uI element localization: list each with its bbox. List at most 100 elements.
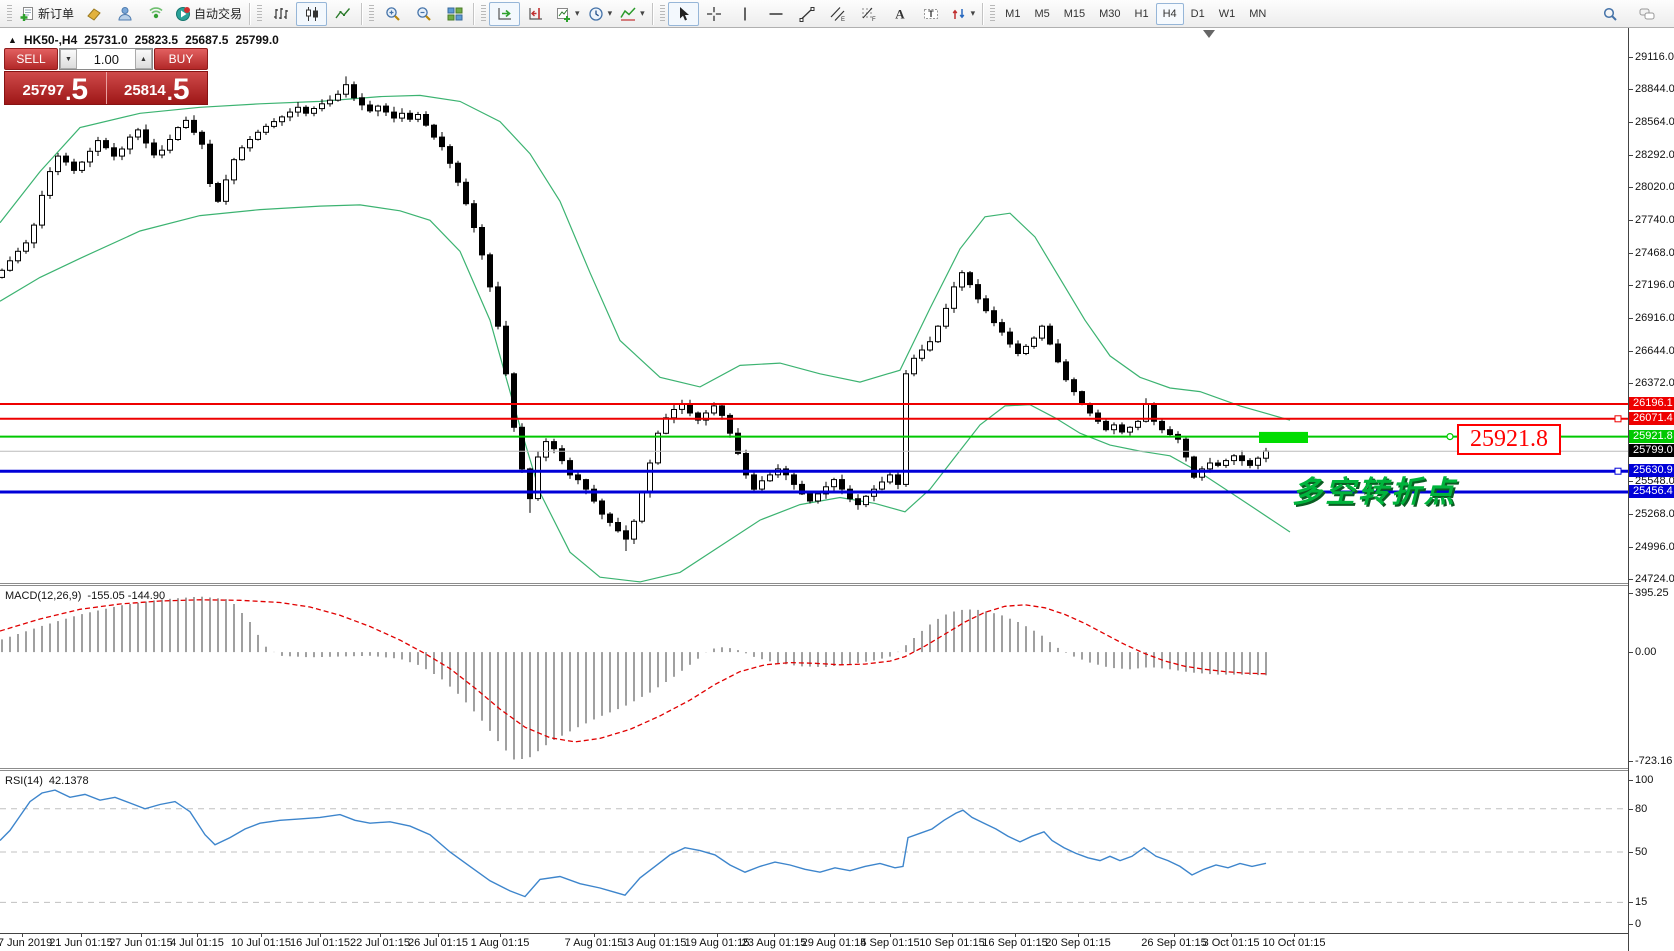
dropdown-caret-icon[interactable]: ▾ bbox=[640, 8, 645, 19]
bearish-candle-body bbox=[448, 147, 453, 164]
bearish-candle-body bbox=[1072, 380, 1077, 392]
candle bbox=[1024, 344, 1029, 355]
toolbar-grip[interactable] bbox=[369, 5, 374, 23]
object-handle-marker[interactable] bbox=[1615, 468, 1621, 474]
chart-shift-marker[interactable] bbox=[1203, 30, 1215, 38]
toolbar-zoom-out-button[interactable] bbox=[408, 2, 439, 26]
rsi-indicator-pane bbox=[0, 771, 1628, 933]
candle bbox=[624, 525, 629, 551]
highlight-zone[interactable] bbox=[1259, 432, 1308, 443]
price-tag-annotation[interactable]: 25921.8 bbox=[1457, 424, 1561, 455]
toolbar-tf-d1[interactable]: D1 bbox=[1184, 3, 1212, 25]
candle bbox=[464, 179, 469, 206]
bearish-candle-body bbox=[72, 162, 77, 170]
macd-label: MACD(12,26,9) -155.05 -144.90 bbox=[5, 590, 165, 602]
toolbar-horizontal-line-button[interactable] bbox=[761, 2, 792, 26]
toolbar-grip[interactable] bbox=[7, 5, 12, 23]
toolbar-auto-scroll-button[interactable] bbox=[489, 2, 520, 26]
toolbar-grip[interactable] bbox=[660, 5, 665, 23]
candle bbox=[528, 468, 533, 513]
toolbar-text-button[interactable]: A bbox=[885, 2, 916, 26]
toolbar-indicators-button[interactable]: ▾ bbox=[616, 2, 649, 26]
volume-decrease-button[interactable]: ▼ bbox=[60, 49, 77, 69]
bearish-candle-body bbox=[1000, 323, 1005, 333]
sell-button[interactable]: SELL bbox=[4, 48, 58, 70]
toolbar-vertical-line-button[interactable] bbox=[730, 2, 761, 26]
dropdown-caret-icon[interactable]: ▾ bbox=[971, 8, 976, 19]
new-order-icon bbox=[19, 6, 35, 22]
bullish-candle-body bbox=[864, 496, 869, 504]
object-handle-marker[interactable] bbox=[1615, 416, 1621, 422]
toolbar-eraser-button[interactable] bbox=[78, 2, 109, 26]
toolbar-bar-chart-button[interactable] bbox=[265, 2, 296, 26]
collapse-panel-icon[interactable]: ▲ bbox=[8, 35, 17, 45]
buy-price-int: 25814 bbox=[124, 83, 166, 98]
bearish-candle-body bbox=[808, 494, 813, 501]
price-axis-label: 28292.0 bbox=[1635, 149, 1674, 161]
candle bbox=[904, 370, 909, 487]
toolbar-trendline-button[interactable] bbox=[792, 2, 823, 26]
candle bbox=[400, 108, 405, 122]
bullish-candle-body bbox=[640, 493, 645, 522]
time-axis-label: 22 Jul 01:15 bbox=[350, 937, 410, 949]
toolbar-fibonacci-button[interactable]: F bbox=[854, 2, 885, 26]
bearish-candle-body bbox=[1192, 457, 1197, 477]
toolbar-tf-mn[interactable]: MN bbox=[1242, 3, 1273, 25]
toolbar-cursor-button[interactable] bbox=[668, 2, 699, 26]
text-annotation[interactable]: 多空转折点 bbox=[1292, 467, 1457, 511]
toolbar-autotrading-button[interactable]: 自动交易 bbox=[171, 2, 246, 26]
bullish-candle-body bbox=[416, 115, 421, 120]
candle bbox=[992, 307, 997, 327]
toolbar-chart-shift-button[interactable] bbox=[520, 2, 551, 26]
buy-button[interactable]: BUY bbox=[154, 48, 208, 70]
ohlc-close: 25799.0 bbox=[235, 33, 278, 47]
toolbar-arrows-button[interactable]: ▾ bbox=[947, 2, 980, 26]
toolbar-line-chart-button[interactable] bbox=[327, 2, 358, 26]
candle bbox=[328, 95, 333, 106]
toolbar-new-order-button[interactable]: 新订单 bbox=[15, 2, 78, 26]
toolbar-new-chart-button[interactable]: ▾ bbox=[551, 2, 584, 26]
time-axis-label: 26 Jul 01:15 bbox=[408, 937, 468, 949]
dropdown-caret-icon[interactable]: ▾ bbox=[608, 8, 613, 19]
toolbar-tf-h4[interactable]: H4 bbox=[1156, 3, 1184, 25]
bullish-candle-body bbox=[712, 406, 717, 413]
time-axis[interactable]: 17 Jun 201921 Jun 01:1527 Jun 01:154 Jul… bbox=[0, 933, 1628, 951]
text-icon: A bbox=[892, 6, 908, 22]
toolbar-tf-h1[interactable]: H1 bbox=[1128, 3, 1156, 25]
toolbar-periods-button[interactable]: ▾ bbox=[584, 2, 617, 26]
toolbar-tf-m5[interactable]: M5 bbox=[1027, 3, 1056, 25]
toolbar-tf-m1[interactable]: M1 bbox=[998, 3, 1027, 25]
toolbar-signal-button[interactable] bbox=[140, 2, 171, 26]
toolbar-grip[interactable] bbox=[257, 5, 262, 23]
toolbar-tf-w1[interactable]: W1 bbox=[1212, 3, 1243, 25]
dropdown-caret-icon[interactable]: ▾ bbox=[575, 8, 580, 19]
volume-increase-button[interactable]: ▲ bbox=[135, 49, 152, 69]
candle bbox=[896, 472, 901, 490]
toolbar-tile-windows-button[interactable] bbox=[439, 2, 470, 26]
cursor-icon bbox=[675, 6, 691, 22]
price-axis-label: 0 bbox=[1635, 918, 1641, 930]
toolbar-zoom-in-button[interactable] bbox=[377, 2, 408, 26]
toolbar-tf-m15[interactable]: M15 bbox=[1057, 3, 1092, 25]
sell-price[interactable]: 25797.5 bbox=[5, 72, 106, 104]
bullish-candle-body bbox=[280, 117, 285, 122]
toolbar-profile-button[interactable] bbox=[109, 2, 140, 26]
toolbar-chat-button[interactable] bbox=[1631, 2, 1662, 26]
volume-input[interactable]: 1.00 bbox=[77, 49, 135, 69]
bullish-candle-body bbox=[80, 162, 85, 170]
object-handle-marker[interactable] bbox=[1447, 434, 1453, 440]
toolbar-label-button[interactable]: T bbox=[916, 2, 947, 26]
toolbar-grip[interactable] bbox=[481, 5, 486, 23]
toolbar-tf-m30[interactable]: M30 bbox=[1092, 3, 1127, 25]
bearish-candle-body bbox=[984, 299, 989, 311]
toolbar-search-button[interactable] bbox=[1594, 2, 1625, 26]
bullish-candle-body bbox=[656, 433, 661, 463]
toolbar-candlestick-button[interactable] bbox=[296, 2, 327, 26]
toolbar-channel-button[interactable]: E bbox=[823, 2, 854, 26]
candle bbox=[1072, 378, 1077, 396]
toolbar-grip[interactable] bbox=[990, 5, 995, 23]
buy-price[interactable]: 25814.5 bbox=[106, 72, 208, 104]
price-axis[interactable]: 29116.028844.028564.028292.028020.027740… bbox=[1628, 28, 1674, 951]
sell-price-int: 25797 bbox=[22, 83, 64, 98]
toolbar-crosshair-button[interactable] bbox=[699, 2, 730, 26]
